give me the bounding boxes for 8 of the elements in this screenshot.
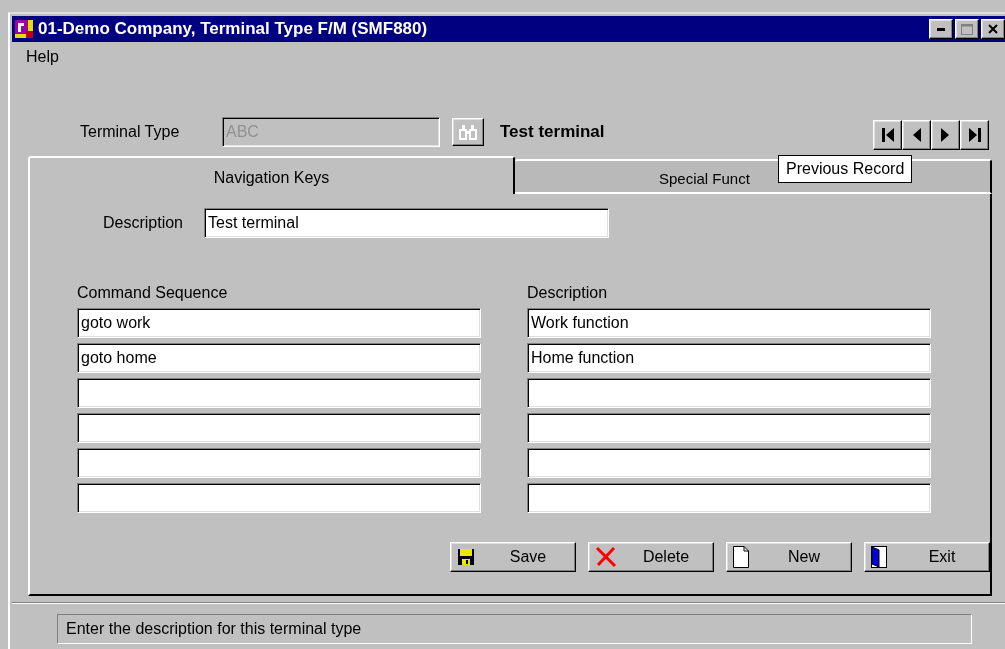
column-header: Command Sequence	[77, 284, 229, 302]
window-title: 01-Demo Company, Terminal Type F/M (SMF880)	[38, 19, 428, 39]
field-label: Terminal Type	[80, 123, 181, 141]
status-field: Enter the description for this terminal type	[57, 614, 972, 644]
terminal-name: Test terminal	[500, 122, 605, 142]
column-header: Description	[527, 284, 609, 302]
tooltip: Previous Record	[778, 155, 913, 183]
field-label: Description	[101, 214, 184, 232]
